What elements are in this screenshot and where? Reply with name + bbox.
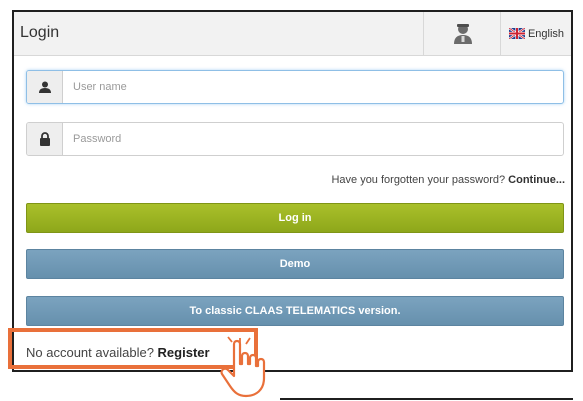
language-label: English bbox=[527, 27, 565, 40]
login-header: Login English bbox=[14, 12, 571, 56]
username-addon bbox=[27, 71, 63, 103]
password-field[interactable] bbox=[26, 122, 564, 156]
language-selector[interactable]: English bbox=[500, 12, 572, 55]
decorative-line bbox=[280, 398, 573, 400]
page-title: Login bbox=[20, 24, 60, 41]
forgot-password-row: Have you forgotten your password? Contin… bbox=[331, 174, 565, 186]
username-input[interactable] bbox=[63, 71, 563, 103]
password-input[interactable] bbox=[63, 123, 563, 155]
password-addon bbox=[27, 123, 63, 155]
forgot-password-text: Have you forgotten your password? bbox=[331, 174, 506, 186]
hand-pointer-icon bbox=[220, 336, 266, 398]
user-icon bbox=[38, 81, 51, 93]
login-button[interactable]: Log in bbox=[26, 203, 564, 233]
uk-flag-icon bbox=[508, 28, 525, 39]
classic-version-button[interactable]: To classic CLAAS TELEMATICS version. bbox=[26, 296, 564, 326]
screenshot-stage: Login English User name Have you forgott… bbox=[0, 0, 583, 401]
login-panel: Login English User name Have you forgott… bbox=[12, 10, 573, 372]
lock-icon bbox=[39, 132, 50, 146]
username-field[interactable] bbox=[26, 70, 564, 104]
forgot-password-link[interactable]: Continue... bbox=[508, 174, 565, 186]
user-avatar-button[interactable] bbox=[423, 12, 501, 55]
user-avatar-icon bbox=[453, 23, 472, 44]
demo-button[interactable]: Demo bbox=[26, 249, 564, 279]
